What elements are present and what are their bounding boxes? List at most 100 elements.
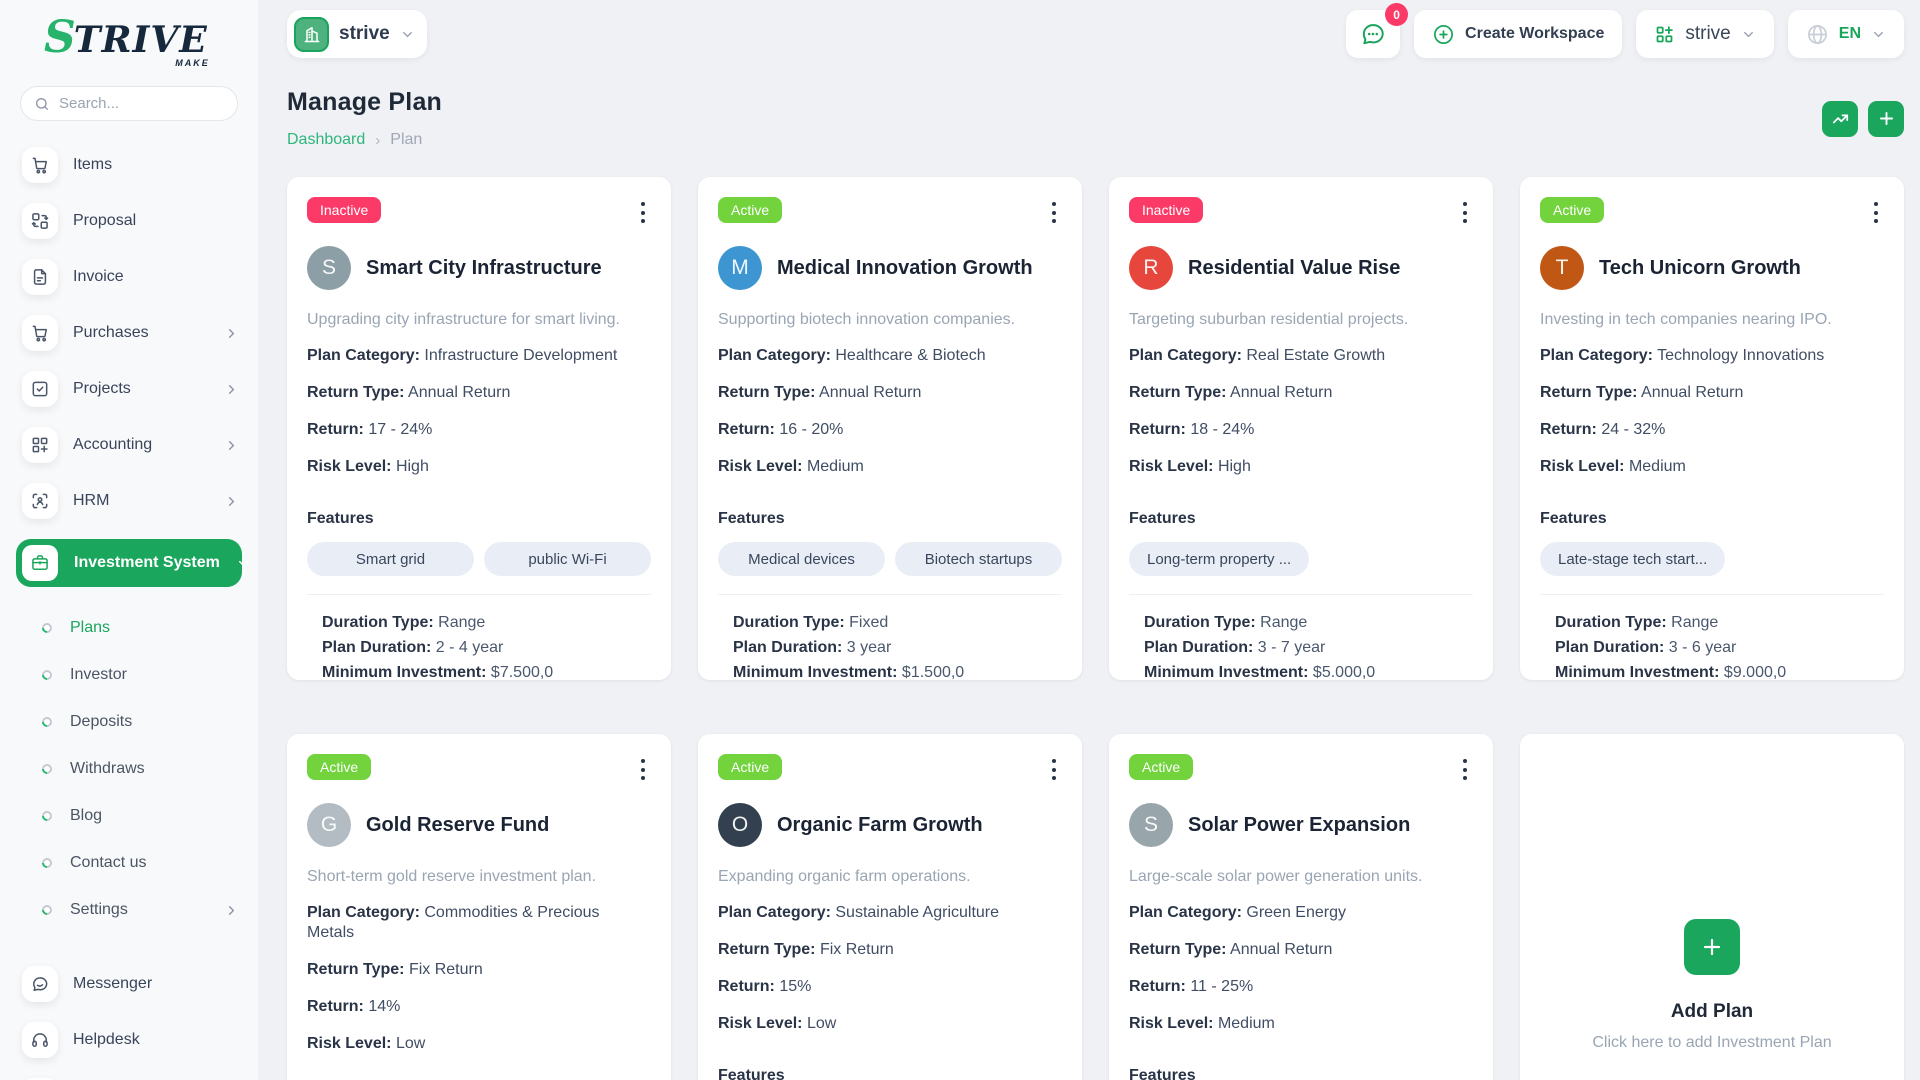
plan-title: Medical Innovation Growth [777, 257, 1033, 280]
kebab-menu-icon[interactable] [1046, 754, 1062, 785]
duration-type-line: Duration Type: Range [1144, 610, 1473, 635]
language-selector[interactable]: EN [1788, 10, 1904, 58]
add-plan-button[interactable] [1868, 101, 1904, 137]
chevron-down-icon [236, 556, 251, 571]
brand-logo: STRIVE MAKE [0, 16, 258, 60]
language-label: EN [1839, 25, 1861, 43]
sidebar-item-label: HRM [73, 492, 209, 510]
features-heading: Features [1540, 510, 1884, 528]
add-plan-plus-button[interactable] [1684, 919, 1740, 975]
avatar: O [718, 803, 762, 847]
sidebar-item-label: Investment System [74, 554, 220, 572]
sidebar-subitem-label: Blog [70, 807, 206, 825]
sidebar-item-label: Proposal [73, 212, 209, 230]
features-heading: Features [307, 510, 651, 528]
sidebar-search [20, 86, 238, 121]
avatar: G [307, 803, 351, 847]
sidebar-item-purchases[interactable]: Purchases [22, 315, 240, 351]
sidebar-item-projects[interactable]: Projects [22, 371, 240, 407]
workspace-building-icon [294, 17, 329, 52]
reports-button[interactable] [1822, 101, 1858, 137]
minimum-investment-line: Minimum Investment: $5.000,0 [1144, 660, 1473, 680]
plan-title: Gold Reserve Fund [366, 814, 549, 837]
sidebar-item-items[interactable]: Items [22, 147, 240, 183]
sidebar-item-label: Invoice [73, 268, 209, 286]
risk-level-line: Risk Level: Medium [1129, 1014, 1473, 1034]
sidebar-item-label: Helpdesk [73, 1031, 209, 1049]
plan-description: Short-term gold reserve investment plan. [307, 868, 651, 886]
sidebar-subitem-settings[interactable]: Settings [42, 895, 240, 925]
feature-pills: Smart gridpublic Wi-Fi [307, 542, 651, 576]
avatar: M [718, 246, 762, 290]
plan-card: Inactive R Residential Value Rise Target… [1109, 177, 1493, 680]
sidebar-item-proposal[interactable]: Proposal [22, 203, 240, 239]
features-heading: Features [718, 1067, 1062, 1080]
sidebar-item-hrm[interactable]: HRM [22, 483, 240, 519]
sidebar-item-label: Messenger [73, 975, 209, 993]
sidebar-subitem-investor[interactable]: Investor [42, 660, 240, 690]
plan-title: Smart City Infrastructure [366, 257, 602, 280]
brand-logo-s: S [44, 12, 74, 63]
return-type-line: Return Type: Annual Return [718, 383, 1062, 403]
duration-type-line: Duration Type: Range [1555, 610, 1884, 635]
feature-pill: Late-stage tech start... [1540, 542, 1725, 576]
kebab-menu-icon[interactable] [1046, 197, 1062, 228]
sidebar-subitem-withdraws[interactable]: Withdraws [42, 754, 240, 784]
status-badge: Active [1540, 197, 1604, 223]
create-workspace-label: Create Workspace [1465, 25, 1604, 43]
plan-category-line: Plan Category: Healthcare & Biotech [718, 346, 1062, 366]
risk-level-line: Risk Level: Medium [1540, 457, 1884, 477]
sidebar-subitem-blog[interactable]: Blog [42, 801, 240, 831]
messages-button[interactable]: 0 [1346, 10, 1400, 58]
sidebar-item-messenger[interactable]: Messenger [22, 966, 240, 1002]
topbar: strive 0 Create Workspace [287, 10, 1904, 58]
kebab-menu-icon[interactable] [635, 754, 651, 785]
status-badge: Active [307, 754, 371, 780]
plan-description: Upgrading city infrastructure for smart … [307, 311, 651, 329]
features-heading: Features [1129, 510, 1473, 528]
workspace-selector[interactable]: strive [1636, 10, 1773, 58]
chevron-right-icon [224, 903, 240, 918]
sidebar-subitem-contact-us[interactable]: Contact us [42, 848, 240, 878]
breadcrumb-dashboard-link[interactable]: Dashboard [287, 131, 365, 149]
sidebar-item-investment-system[interactable]: Investment System [16, 539, 242, 587]
search-input[interactable] [59, 95, 224, 112]
chat-badge: 0 [1385, 3, 1408, 26]
plan-description: Investing in tech companies nearing IPO. [1540, 311, 1884, 329]
workspace-selector-label: strive [1685, 23, 1730, 45]
sidebar: STRIVE MAKE Items Proposal Invoice Purch… [0, 0, 258, 1080]
plan-description: Targeting suburban residential projects. [1129, 311, 1473, 329]
kebab-menu-icon[interactable] [1457, 197, 1473, 228]
sidebar-subitem-plans[interactable]: Plans [42, 613, 240, 643]
add-plan-card[interactable]: Add Plan Click here to add Investment Pl… [1520, 734, 1904, 1080]
feature-pills: Late-stage tech start... [1540, 542, 1884, 576]
kebab-menu-icon[interactable] [635, 197, 651, 228]
sidebar-subitem-label: Investor [70, 666, 206, 684]
return-line: Return: 15% [718, 977, 1062, 997]
sidebar-item-invoice[interactable]: Invoice [22, 259, 240, 295]
sidebar-subitem-deposits[interactable]: Deposits [42, 707, 240, 737]
kebab-menu-icon[interactable] [1868, 197, 1884, 228]
sidebar-item-helpdesk[interactable]: Helpdesk [22, 1022, 240, 1058]
add-plan-title: Add Plan [1671, 1001, 1753, 1023]
risk-level-line: Risk Level: Low [718, 1014, 1062, 1034]
return-type-line: Return Type: Annual Return [1540, 383, 1884, 403]
avatar: S [307, 246, 351, 290]
features-heading: Features [718, 510, 1062, 528]
create-workspace-button[interactable]: Create Workspace [1414, 10, 1622, 58]
chat-icon [22, 966, 58, 1002]
plan-title: Tech Unicorn Growth [1599, 257, 1801, 280]
minimum-investment-line: Minimum Investment: $7.500,0 [322, 660, 651, 680]
invoice-icon [22, 259, 58, 295]
plan-footer: Duration Type: Range Plan Duration: 3 - … [1129, 594, 1473, 680]
chat-bubble-icon [1360, 21, 1386, 47]
sidebar-subnav: Plans Investor Deposits Withdraws Blog C… [0, 601, 258, 952]
workspace-chip[interactable]: strive [287, 10, 427, 58]
sidebar-subitem-label: Withdraws [70, 760, 206, 778]
chevron-right-icon [224, 438, 240, 453]
sidebar-item-accounting[interactable]: Accounting [22, 427, 240, 463]
status-badge: Active [718, 754, 782, 780]
bullet-icon [40, 856, 54, 870]
plan-title: Residential Value Rise [1188, 257, 1400, 280]
kebab-menu-icon[interactable] [1457, 754, 1473, 785]
